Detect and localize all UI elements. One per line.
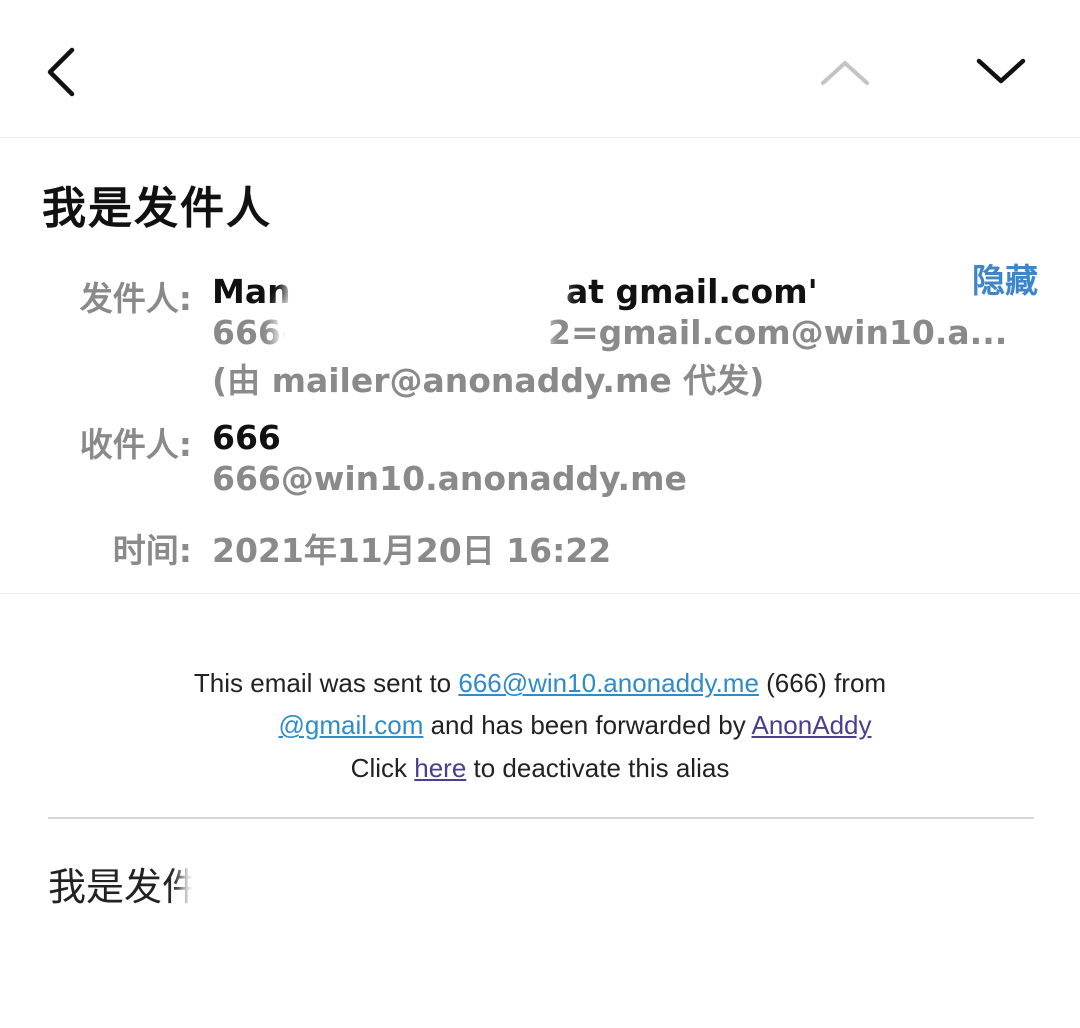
email-subject: 我是发件人 [42,183,272,234]
chevron-left-icon [47,47,75,97]
content-divider [48,817,1034,819]
sent-via-text: (由 mailer@anonaddy.me 代发) [212,361,765,400]
header-divider [0,593,1080,594]
back-button[interactable] [30,40,94,104]
next-email-button[interactable] [966,42,1036,102]
redacted-area [296,272,554,316]
time-label: 时间: [112,531,192,570]
anonaddy-link[interactable]: AnonAddy [752,710,872,740]
hide-details-link[interactable]: 隐藏 [972,254,1038,302]
sender-email-link[interactable]: @gmail.com [279,710,424,740]
previous-email-button[interactable] [810,42,880,102]
from-label: 发件人: [79,279,192,318]
sender-address-start: 666- [212,313,295,352]
sent-time: 2021年11月20日 16:22 [212,531,612,570]
redacted-area [192,850,272,910]
chevron-down-icon [976,58,1026,84]
chevron-up-icon [821,61,869,85]
redacted-area [286,313,538,357]
sender-name-end[interactable]: at gmail.com' [566,272,818,311]
sender-address-end: 2=gmail.com@win10.a... [548,313,1008,352]
forward-notice-line-1: This email was sent to 666@win10.anonadd… [193,668,887,698]
to-label: 收件人: [79,425,192,464]
sender-name-start[interactable]: Man [212,272,291,311]
alias-link[interactable]: 666@win10.anonaddy.me [458,668,759,698]
forward-notice-line-3: Click here to deactivate this alias [350,753,730,783]
recipient-address: 666@win10.anonaddy.me [212,459,687,498]
deactivate-alias-link[interactable]: here [414,753,466,783]
recipient-name[interactable]: 666 [212,418,281,457]
top-bar [0,0,1080,138]
forward-notice-line-2: @gmail.com and has been forwarded by Ano… [278,710,872,740]
